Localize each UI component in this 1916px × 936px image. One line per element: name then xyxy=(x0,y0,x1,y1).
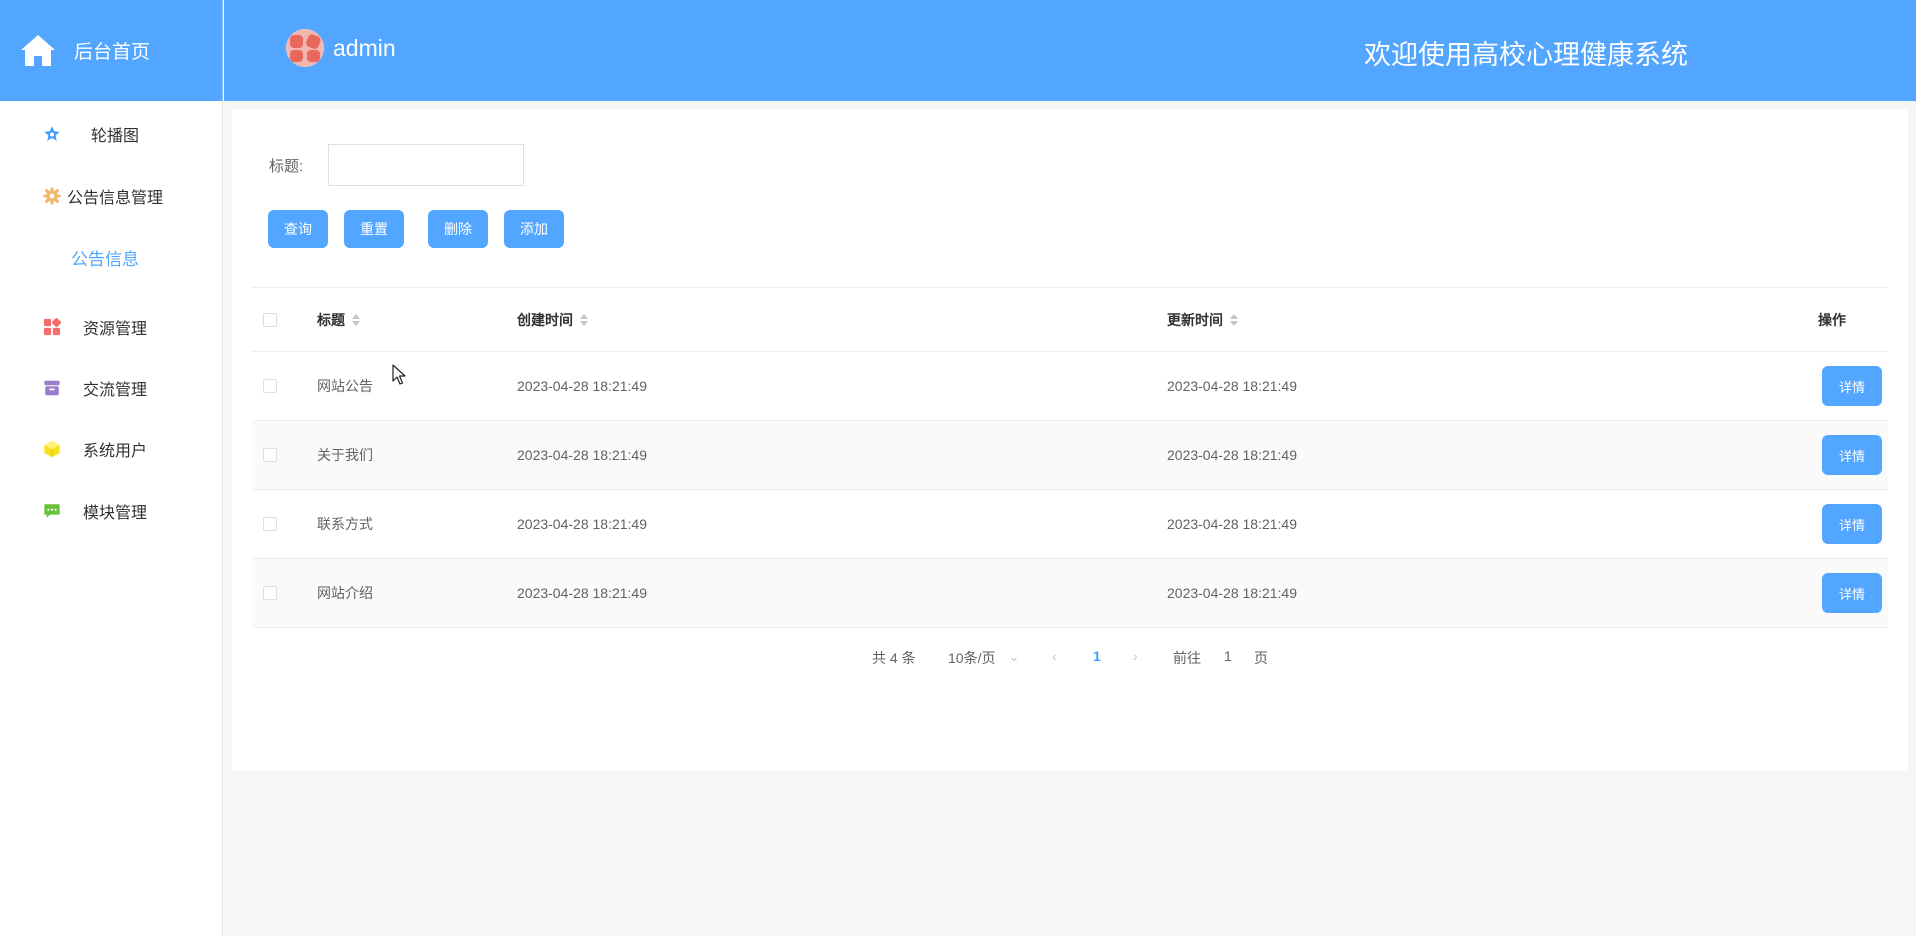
detail-button[interactable]: 详情 xyxy=(1822,504,1882,544)
select-all-checkbox[interactable] xyxy=(263,312,277,327)
reset-button[interactable]: 重置 xyxy=(344,210,404,248)
row-title: 关于我们 xyxy=(317,447,373,463)
row-checkbox[interactable] xyxy=(263,586,277,600)
row-checkbox[interactable] xyxy=(263,448,277,462)
detail-button[interactable]: 详情 xyxy=(1822,573,1882,613)
top-header: admin 欢迎使用高校心理健康系统 xyxy=(224,0,1916,101)
table-row: 网站公告 2023-04-28 18:21:49 2023-04-28 18:2… xyxy=(252,352,1888,421)
row-updated-time: 2023-04-28 18:21:49 xyxy=(1167,585,1297,601)
sort-icon[interactable] xyxy=(580,313,588,326)
sidebar-item-resources[interactable]: 资源管理 xyxy=(0,305,222,349)
chat-icon xyxy=(44,504,60,518)
archive-icon xyxy=(44,380,60,396)
delete-button[interactable]: 删除 xyxy=(428,210,488,248)
current-page-number[interactable]: 1 xyxy=(1093,648,1101,664)
prev-page-icon[interactable]: ‹ xyxy=(1052,648,1057,664)
sidebar-item-label: 公告信息管理 xyxy=(67,190,164,207)
sidebar-item-label: 交流管理 xyxy=(83,382,148,399)
sidebar-item-label: 模块管理 xyxy=(83,505,148,522)
row-updated-time: 2023-04-28 18:21:49 xyxy=(1167,378,1297,394)
home-link[interactable]: 后台首页 xyxy=(0,0,223,101)
detail-button[interactable]: 详情 xyxy=(1822,366,1882,406)
row-checkbox[interactable] xyxy=(263,517,277,531)
row-created-time: 2023-04-28 18:21:49 xyxy=(517,516,647,532)
sort-icon[interactable] xyxy=(352,313,360,326)
sidebar-item-communication[interactable]: 交流管理 xyxy=(0,366,222,410)
row-checkbox[interactable] xyxy=(263,379,277,393)
announcement-table: 标题 创建时间 更新时间 操作 网站公告 2023-04-28 18:21:49… xyxy=(252,287,1888,628)
title-search-input[interactable] xyxy=(328,144,524,186)
column-created-label: 创建时间 xyxy=(517,311,573,328)
goto-page-input[interactable]: 1 xyxy=(1224,648,1232,664)
table-row: 关于我们 2023-04-28 18:21:49 2023-04-28 18:2… xyxy=(252,421,1888,490)
avatar-image xyxy=(286,29,324,67)
sidebar-subitem-label: 公告信息 xyxy=(71,249,139,269)
sidebar-item-carousel[interactable]: 轮播图 xyxy=(0,112,222,156)
row-created-time: 2023-04-28 18:21:49 xyxy=(517,447,647,463)
column-header-title[interactable]: 标题 xyxy=(317,288,360,351)
query-button[interactable]: 查询 xyxy=(268,210,328,248)
home-label: 后台首页 xyxy=(74,42,151,63)
table-header: 标题 创建时间 更新时间 操作 xyxy=(252,288,1888,352)
star-icon xyxy=(44,126,60,141)
column-header-updated[interactable]: 更新时间 xyxy=(1167,288,1238,351)
page-title: 欢迎使用高校心理健康系统 xyxy=(1364,40,1688,70)
pagination: 共 4 条 10条/页 ⌄ ‹ 1 › 前往 1 页 xyxy=(232,642,1908,672)
sidebar-item-label: 资源管理 xyxy=(83,321,148,338)
goto-prefix: 前往 xyxy=(1173,650,1201,666)
title-search-label: 标题: xyxy=(269,158,304,175)
row-updated-time: 2023-04-28 18:21:49 xyxy=(1167,516,1297,532)
chevron-down-icon[interactable]: ⌄ xyxy=(1008,648,1020,665)
main-content: 标题: 查询 重置 删除 添加 标题 创建时间 更新时间 操作 网站公告 202… xyxy=(232,110,1908,770)
column-header-actions: 操作 xyxy=(1818,288,1846,351)
cube-icon xyxy=(44,440,60,458)
sort-icon[interactable] xyxy=(1230,313,1238,326)
row-created-time: 2023-04-28 18:21:49 xyxy=(517,585,647,601)
column-actions-label: 操作 xyxy=(1818,311,1846,328)
gear-icon xyxy=(43,187,61,205)
avatar[interactable] xyxy=(286,29,324,67)
sidebar-item-announcement-management[interactable]: 公告信息管理 xyxy=(0,174,222,218)
next-page-icon[interactable]: › xyxy=(1133,648,1138,664)
grid-icon xyxy=(43,318,61,336)
row-title: 联系方式 xyxy=(317,516,373,532)
page-size-select[interactable]: 10条/页 xyxy=(948,648,995,668)
row-created-time: 2023-04-28 18:21:49 xyxy=(517,378,647,394)
detail-button[interactable]: 详情 xyxy=(1822,435,1882,475)
goto-suffix: 页 xyxy=(1254,650,1268,666)
column-title-label: 标题 xyxy=(317,311,345,328)
sidebar-item-label: 系统用户 xyxy=(83,443,148,460)
sidebar-subitem-announcement[interactable]: 公告信息 xyxy=(0,235,222,279)
sidebar-item-system-users[interactable]: 系统用户 xyxy=(0,427,222,471)
sidebar: 后台首页 轮播图 公告信息管理 公告信息 资源管理 交流管理 系统用户 模块管理 xyxy=(0,0,223,936)
table-row: 联系方式 2023-04-28 18:21:49 2023-04-28 18:2… xyxy=(252,490,1888,559)
pagination-total: 共 4 条 xyxy=(872,650,916,666)
mouse-cursor-icon xyxy=(392,364,406,385)
table-row: 网站介绍 2023-04-28 18:21:49 2023-04-28 18:2… xyxy=(252,559,1888,628)
home-icon xyxy=(21,34,55,66)
sidebar-item-label: 轮播图 xyxy=(91,128,140,145)
row-title: 网站介绍 xyxy=(317,585,373,601)
column-updated-label: 更新时间 xyxy=(1167,311,1223,328)
select-all-cell xyxy=(263,288,277,351)
row-updated-time: 2023-04-28 18:21:49 xyxy=(1167,447,1297,463)
sidebar-item-modules[interactable]: 模块管理 xyxy=(0,489,222,533)
row-title: 网站公告 xyxy=(317,378,373,394)
column-header-created[interactable]: 创建时间 xyxy=(517,288,588,351)
add-button[interactable]: 添加 xyxy=(504,210,564,248)
admin-username[interactable]: admin xyxy=(333,35,396,62)
